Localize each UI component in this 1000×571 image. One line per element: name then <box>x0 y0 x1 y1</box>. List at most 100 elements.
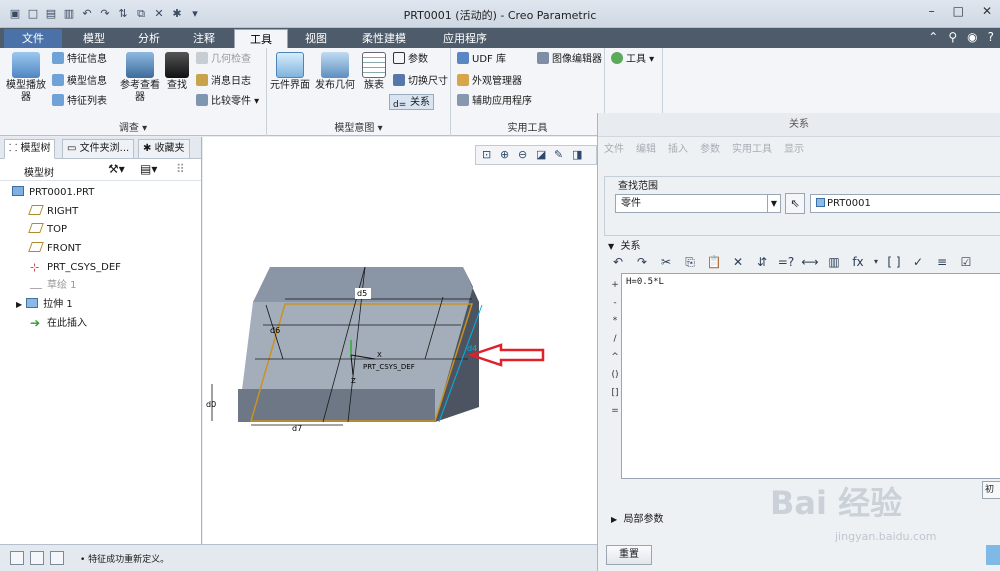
dim-label-d0[interactable]: d0 <box>206 400 216 409</box>
tab-file[interactable]: 文件 <box>4 29 62 48</box>
auxiliary-apps-button[interactable]: 辅助应用程序 <box>457 94 532 110</box>
save-icon[interactable]: ▥ <box>62 7 76 21</box>
reference-viewer-button[interactable]: 参考查看器 <box>118 52 162 104</box>
help-icon[interactable]: ? <box>988 30 994 44</box>
operator-multiply[interactable]: * <box>608 312 622 330</box>
new-file-icon[interactable]: □ <box>26 7 40 21</box>
function-dropdown-icon[interactable]: ▾ <box>872 253 880 271</box>
operator-power[interactable]: ^ <box>608 348 622 366</box>
insert-function-icon[interactable]: fx <box>848 253 868 271</box>
tools-dropdown-button[interactable]: 工具 ▾ <box>611 52 654 68</box>
geometry-check-button[interactable]: 几何检查 <box>196 52 251 68</box>
tree-item-part[interactable]: PRT0001.PRT <box>12 184 94 202</box>
browser-toggle-icon[interactable] <box>30 551 44 565</box>
regenerate-icon[interactable]: ⇅ <box>116 7 130 21</box>
window-icon[interactable]: ⧉ <box>134 7 148 21</box>
relations-section-header[interactable]: ▼ 关系 <box>608 237 641 252</box>
tree-filter-icon[interactable]: ▤▾ <box>140 162 157 176</box>
tree-columns-icon[interactable]: ⠿ <box>176 162 185 176</box>
dim-label-d5[interactable]: d5 <box>357 289 367 298</box>
family-table-button[interactable]: 族表 <box>359 52 389 92</box>
tree-item-insert-here[interactable]: ➔ 在此插入 <box>30 315 87 333</box>
app-menu-icon[interactable]: ▣ <box>8 7 22 21</box>
reset-button[interactable]: 重置 <box>606 545 652 565</box>
dim-label-d4[interactable]: d4 <box>467 344 477 353</box>
menu-parameters[interactable]: 参数 <box>700 137 720 163</box>
insert-dimension-icon[interactable]: ⟷ <box>800 253 820 271</box>
operator-brackets[interactable]: [] <box>608 384 622 402</box>
component-interface-button[interactable]: 元件界面 <box>269 52 311 92</box>
close-button[interactable]: ✕ <box>982 4 992 18</box>
operator-plus[interactable]: + <box>608 276 622 294</box>
tree-item-right[interactable]: RIGHT <box>28 203 78 221</box>
lookup-object-field[interactable]: PRT0001 <box>810 194 1000 213</box>
tab-annotate[interactable]: 注释 <box>176 29 232 48</box>
relations-button[interactable]: d= 关系 <box>389 94 434 110</box>
switch-dimensions-button[interactable]: 切换尺寸 <box>393 74 448 90</box>
checkbox-icon[interactable]: ☑ <box>956 253 976 271</box>
tab-model[interactable]: 模型 <box>66 29 122 48</box>
tab-flexible-modeling[interactable]: 柔性建模 <box>344 29 424 48</box>
menu-insert[interactable]: 插入 <box>668 137 688 163</box>
tab-favorites[interactable]: ✱ 收藏夹 <box>138 139 190 159</box>
dim-label-d7[interactable]: d7 <box>292 424 302 433</box>
message-log-button[interactable]: 消息日志 <box>196 74 251 90</box>
feature-list-button[interactable]: 特征列表 <box>52 94 107 110</box>
group-investigate-label[interactable]: 调查 ▾ <box>0 119 266 134</box>
model-info-button[interactable]: 模型信息 <box>52 74 107 90</box>
delete-icon[interactable]: ✕ <box>728 253 748 271</box>
cut-icon[interactable]: ✂ <box>656 253 676 271</box>
group-model-intent-label[interactable]: 模型意图 ▾ <box>267 119 450 134</box>
operator-equals[interactable]: = <box>608 402 622 420</box>
maximize-button[interactable]: □ <box>953 4 964 18</box>
tree-item-csys[interactable]: ⊹ PRT_CSYS_DEF <box>30 259 121 277</box>
operator-parens[interactable]: () <box>608 366 622 384</box>
select-pointer-icon[interactable]: ⇖ <box>785 193 805 214</box>
ok-button-partial[interactable] <box>986 545 1000 565</box>
operator-minus[interactable]: - <box>608 294 622 312</box>
undo-icon[interactable]: ↶ <box>80 7 94 21</box>
publish-geometry-button[interactable]: 发布几何 <box>313 52 357 92</box>
customize-qa-icon[interactable]: ▾ <box>188 7 202 21</box>
insert-parameter-icon[interactable]: ▥ <box>824 253 844 271</box>
fullscreen-icon[interactable] <box>50 551 64 565</box>
tree-item-front[interactable]: FRONT <box>28 240 81 258</box>
tree-item-sketch[interactable]: 草绘 1 <box>30 277 77 295</box>
undo-icon[interactable]: ↶ <box>608 253 628 271</box>
model-tree-toggle-icon[interactable] <box>10 551 24 565</box>
minimize-button[interactable]: – <box>929 4 935 18</box>
tab-applications[interactable]: 应用程序 <box>426 29 504 48</box>
local-params-header[interactable]: ▶ 局部参数 <box>611 510 664 525</box>
tab-tools[interactable]: 工具 <box>234 29 288 48</box>
tab-model-tree[interactable]: ⸬ 模型树 <box>4 139 56 159</box>
menu-utilities[interactable]: 实用工具 <box>732 137 772 163</box>
feature-info-button[interactable]: 特征信息 <box>52 52 107 68</box>
close-window-icon[interactable]: ✕ <box>152 7 166 21</box>
compare-parts-button[interactable]: 比较零件 ▾ <box>196 94 259 110</box>
redo-icon[interactable]: ↷ <box>632 253 652 271</box>
open-file-icon[interactable]: ▤ <box>44 7 58 21</box>
redo-icon[interactable]: ↷ <box>98 7 112 21</box>
insert-brackets-icon[interactable]: [ ] <box>884 253 904 271</box>
community-icon[interactable]: ◉ <box>967 30 977 44</box>
copy-icon[interactable]: ⎘ <box>680 253 700 271</box>
collapse-ribbon-icon[interactable]: ⌃ <box>928 30 938 44</box>
menu-edit[interactable]: 编辑 <box>636 137 656 163</box>
sort-icon[interactable]: ≡ <box>932 253 952 271</box>
tab-analysis[interactable]: 分析 <box>122 29 176 48</box>
image-editor-button[interactable]: 图像编辑器 <box>537 52 602 68</box>
paste-icon[interactable]: 📋 <box>704 253 724 271</box>
lookup-type-select[interactable]: 零件 ▼ <box>615 194 781 213</box>
operator-divide[interactable]: / <box>608 330 622 348</box>
menu-show[interactable]: 显示 <box>784 137 804 163</box>
tab-view[interactable]: 视图 <box>290 29 342 48</box>
graphics-window[interactable]: ⊡ ⊕ ⊖ ◪ ✎ ◨ d5 d6 d4 d0 d7 X Z PRT_CSYS_… <box>203 137 597 544</box>
appearance-manager-button[interactable]: 外观管理器 <box>457 74 522 90</box>
tree-item-top[interactable]: TOP <box>28 221 67 239</box>
evaluate-icon[interactable]: =? <box>776 253 796 271</box>
toggle-dims-icon[interactable]: ⇵ <box>752 253 772 271</box>
search-icon[interactable]: ⚲ <box>948 30 957 44</box>
dim-label-d6[interactable]: d6 <box>270 326 280 335</box>
expand-icon[interactable]: ▶ <box>16 300 22 309</box>
model-player-button[interactable]: 模型播放器 <box>4 52 48 104</box>
